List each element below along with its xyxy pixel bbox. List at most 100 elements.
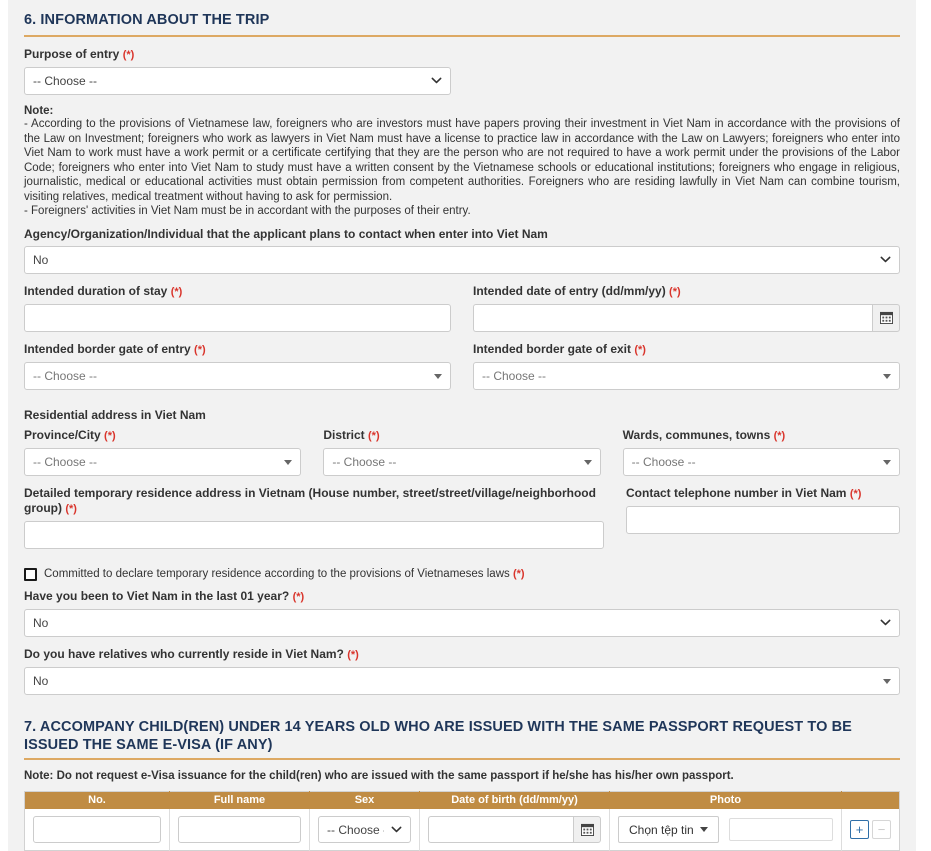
border-exit-value: -- Choose -- [482, 369, 546, 383]
commit-checkbox-required: (*) [513, 568, 525, 580]
detailed-address-label: Detailed temporary residence address in … [24, 486, 604, 517]
province-select[interactable]: -- Choose -- [24, 448, 301, 476]
entry-date-label-text: Intended date of entry (dd/mm/yy) [473, 284, 666, 298]
relatives-field: Do you have relatives who currently resi… [24, 647, 900, 695]
remove-row-button: − [872, 820, 891, 839]
calendar-icon[interactable] [573, 816, 601, 843]
border-exit-select[interactable]: -- Choose -- [473, 362, 900, 390]
section-7-note: Note: Do not request e-Visa issuance for… [24, 770, 900, 782]
choose-file-button[interactable]: Chọn tệp tin [618, 816, 719, 843]
province-required: (*) [104, 430, 116, 442]
trip-note-block: Note: - According to the provisions of V… [24, 105, 900, 219]
district-required: (*) [368, 430, 380, 442]
border-exit-field: Intended border gate of exit (*) -- Choo… [473, 342, 900, 390]
duration-input[interactable] [24, 304, 451, 332]
district-select[interactable]: -- Choose -- [323, 448, 600, 476]
province-label: Province/City (*) [24, 428, 301, 444]
detailed-address-input[interactable] [24, 521, 604, 549]
purpose-of-entry-select-wrap: -- Choose -- [24, 67, 451, 95]
purpose-of-entry-required: (*) [123, 49, 135, 61]
address-selects-row: Province/City (*) -- Choose -- District … [24, 428, 900, 486]
phone-label-text: Contact telephone number in Viet Nam [626, 486, 846, 500]
commit-checkbox-row[interactable]: Committed to declare temporary residence… [24, 568, 900, 581]
duration-label-text: Intended duration of stay [24, 284, 167, 298]
phone-input[interactable] [626, 506, 900, 534]
children-table: No. Full name Sex Date of birth (dd/mm/y… [24, 791, 900, 851]
table-row: -- Choose -- [25, 809, 900, 851]
children-table-body: -- Choose -- [25, 809, 900, 851]
add-row-button[interactable]: + [850, 820, 869, 839]
border-gates-row: Intended border gate of entry (*) -- Cho… [24, 342, 900, 400]
phone-required: (*) [850, 488, 862, 500]
border-entry-required: (*) [194, 344, 206, 356]
caret-down-icon [883, 374, 891, 379]
district-label: District (*) [323, 428, 600, 444]
trip-note-paragraph-1: - According to the provisions of Vietnam… [24, 117, 900, 204]
duration-field: Intended duration of stay (*) [24, 284, 451, 332]
duration-label: Intended duration of stay (*) [24, 284, 451, 300]
section-7-title: 7. ACCOMPANY CHILD(REN) UNDER 14 YEARS O… [24, 715, 900, 758]
district-field: District (*) -- Choose -- [323, 428, 600, 476]
district-value: -- Choose -- [332, 455, 396, 469]
entry-date-label: Intended date of entry (dd/mm/yy) (*) [473, 284, 900, 300]
child-sex-select[interactable]: -- Choose -- [318, 816, 411, 843]
detailed-address-label-text: Detailed temporary residence address in … [24, 486, 596, 515]
border-entry-select[interactable]: -- Choose -- [24, 362, 451, 390]
province-label-text: Province/City [24, 428, 101, 442]
phone-label: Contact telephone number in Viet Nam (*) [626, 486, 900, 502]
calendar-icon[interactable] [872, 304, 900, 332]
ward-label: Wards, communes, towns (*) [623, 428, 900, 444]
caret-down-icon [883, 679, 891, 684]
purpose-of-entry-label: Purpose of entry (*) [24, 47, 900, 63]
agency-select-wrap: No [24, 246, 900, 274]
ward-required: (*) [774, 430, 786, 442]
column-header-actions [842, 791, 900, 809]
agency-select[interactable]: No [24, 246, 900, 274]
border-entry-label: Intended border gate of entry (*) [24, 342, 451, 358]
child-dob-input[interactable] [428, 816, 573, 843]
cell-actions: +− [842, 809, 900, 851]
cell-full-name [170, 809, 310, 851]
child-photo-filename [729, 818, 833, 841]
entry-date-field: Intended date of entry (dd/mm/yy) (*) [473, 284, 900, 332]
page-root: 6. INFORMATION ABOUT THE TRIP Purpose of… [0, 0, 931, 815]
column-header-sex: Sex [310, 791, 420, 809]
ward-field: Wards, communes, towns (*) -- Choose -- [623, 428, 900, 476]
cell-photo: Chọn tệp tin [610, 809, 842, 851]
detailed-address-row: Detailed temporary residence address in … [24, 486, 900, 559]
column-header-photo: Photo [610, 791, 842, 809]
been-before-select[interactable]: No [24, 609, 900, 637]
child-no-input[interactable] [33, 816, 161, 843]
province-field: Province/City (*) -- Choose -- [24, 428, 301, 476]
ward-label-text: Wards, communes, towns [623, 428, 771, 442]
purpose-of-entry-select[interactable]: -- Choose -- [24, 67, 451, 95]
ward-value: -- Choose -- [632, 455, 696, 469]
relatives-select[interactable]: No [24, 667, 900, 695]
border-exit-required: (*) [634, 344, 646, 356]
border-entry-value: -- Choose -- [33, 369, 97, 383]
relatives-label-text: Do you have relatives who currently resi… [24, 647, 344, 661]
column-header-full-name: Full name [170, 791, 310, 809]
detailed-address-field: Detailed temporary residence address in … [24, 486, 604, 549]
duration-and-date-row: Intended duration of stay (*) Intended d… [24, 284, 900, 342]
ward-select[interactable]: -- Choose -- [623, 448, 900, 476]
entry-date-input[interactable] [473, 304, 872, 332]
caret-down-icon [883, 460, 891, 465]
caret-down-icon [700, 827, 708, 832]
column-header-dob: Date of birth (dd/mm/yy) [420, 791, 610, 809]
child-dob-group [428, 816, 601, 843]
caret-down-icon [434, 374, 442, 379]
section-7-divider [24, 758, 900, 760]
commit-checkbox-label-text: Committed to declare temporary residence… [44, 568, 510, 580]
commit-checkbox[interactable] [24, 568, 37, 581]
been-before-label: Have you been to Viet Nam in the last 01… [24, 589, 900, 605]
entry-date-required: (*) [669, 286, 681, 298]
phone-field: Contact telephone number in Viet Nam (*) [626, 486, 900, 549]
column-header-no: No. [25, 791, 170, 809]
child-full-name-input[interactable] [178, 816, 301, 843]
children-table-head: No. Full name Sex Date of birth (dd/mm/y… [25, 791, 900, 809]
duration-required: (*) [171, 286, 183, 298]
section-6-divider [24, 35, 900, 37]
detailed-address-required: (*) [65, 503, 77, 515]
trip-note-heading: Note: [24, 105, 900, 117]
